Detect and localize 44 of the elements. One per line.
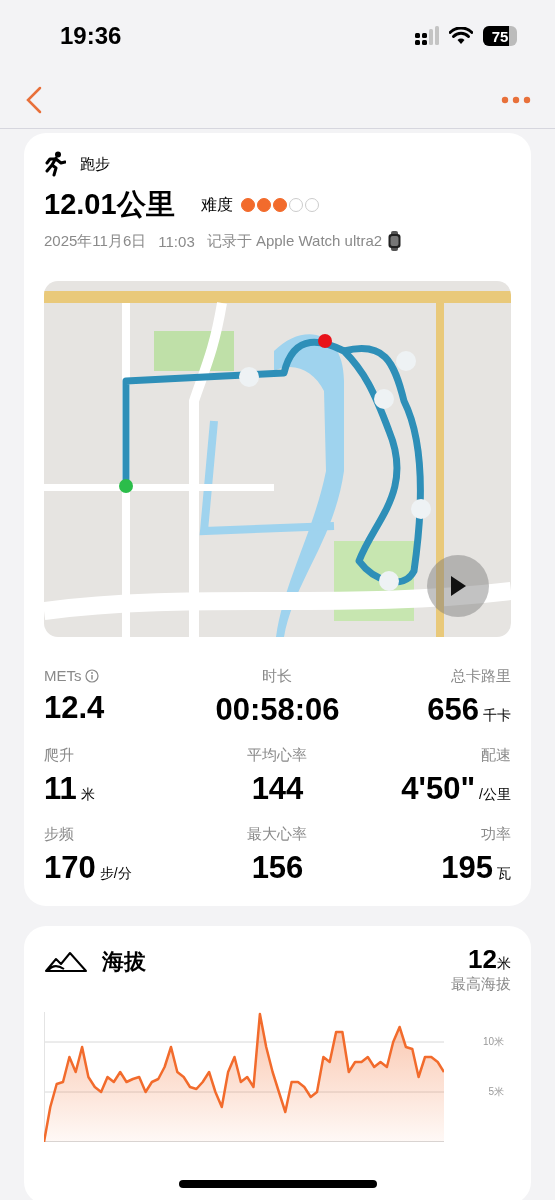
stat-label: 最大心率	[247, 825, 308, 844]
y-axis-label: 5米	[488, 1085, 504, 1099]
watch-icon	[388, 231, 402, 251]
max-elevation-value: 12	[468, 944, 497, 975]
stat-value: 195	[441, 850, 493, 886]
difficulty-label: 难度	[200, 194, 233, 215]
max-elevation-label: 最高海拔	[451, 975, 511, 994]
workout-time: 11:03	[158, 232, 195, 250]
section-title: 海拔	[102, 948, 146, 976]
stat-label: 步频	[44, 825, 74, 844]
workout-type: 跑步	[80, 154, 110, 174]
workout-source: 记录于 Apple Watch ultra2	[206, 231, 383, 251]
stat-label: METs	[44, 667, 82, 684]
stat-unit: 瓦	[497, 865, 511, 883]
signal-icon	[415, 26, 439, 46]
workout-date: 2025年11月6日	[44, 231, 147, 251]
stat-value: 00:58:06	[215, 692, 340, 728]
distance-value: 12.01公里	[44, 187, 175, 222]
mountain-icon	[44, 951, 88, 973]
stat-label: 配速	[481, 746, 511, 765]
y-axis-label: 10米	[482, 1035, 504, 1049]
stat-value: 11	[44, 771, 77, 807]
stat-label: 爬升	[44, 746, 74, 765]
play-icon	[449, 575, 467, 597]
stat-value: 4'50"	[401, 771, 476, 807]
stat-value: 656	[427, 692, 479, 728]
stat-unit: 米	[80, 786, 95, 804]
stat-value: 170	[44, 850, 96, 886]
stat-unit: /公里	[479, 786, 511, 804]
wifi-icon	[449, 27, 473, 45]
stat-label: 平均心率	[247, 746, 308, 765]
stat-label: 总卡路里	[451, 667, 511, 686]
stat-label: 时长	[262, 667, 293, 686]
info-icon[interactable]	[84, 668, 99, 683]
stat-value: 144	[251, 771, 304, 807]
stat-unit: 步/分	[99, 865, 132, 883]
stat-value: 12.4	[44, 690, 105, 726]
stat-label: 功率	[481, 825, 511, 844]
stat-unit: 千卡	[483, 707, 511, 725]
max-elevation-unit: 米	[497, 955, 511, 973]
status-time: 19:36	[60, 22, 122, 50]
battery-icon: 75	[483, 26, 517, 46]
stat-value: 156	[251, 850, 304, 886]
runner-icon	[44, 151, 66, 177]
